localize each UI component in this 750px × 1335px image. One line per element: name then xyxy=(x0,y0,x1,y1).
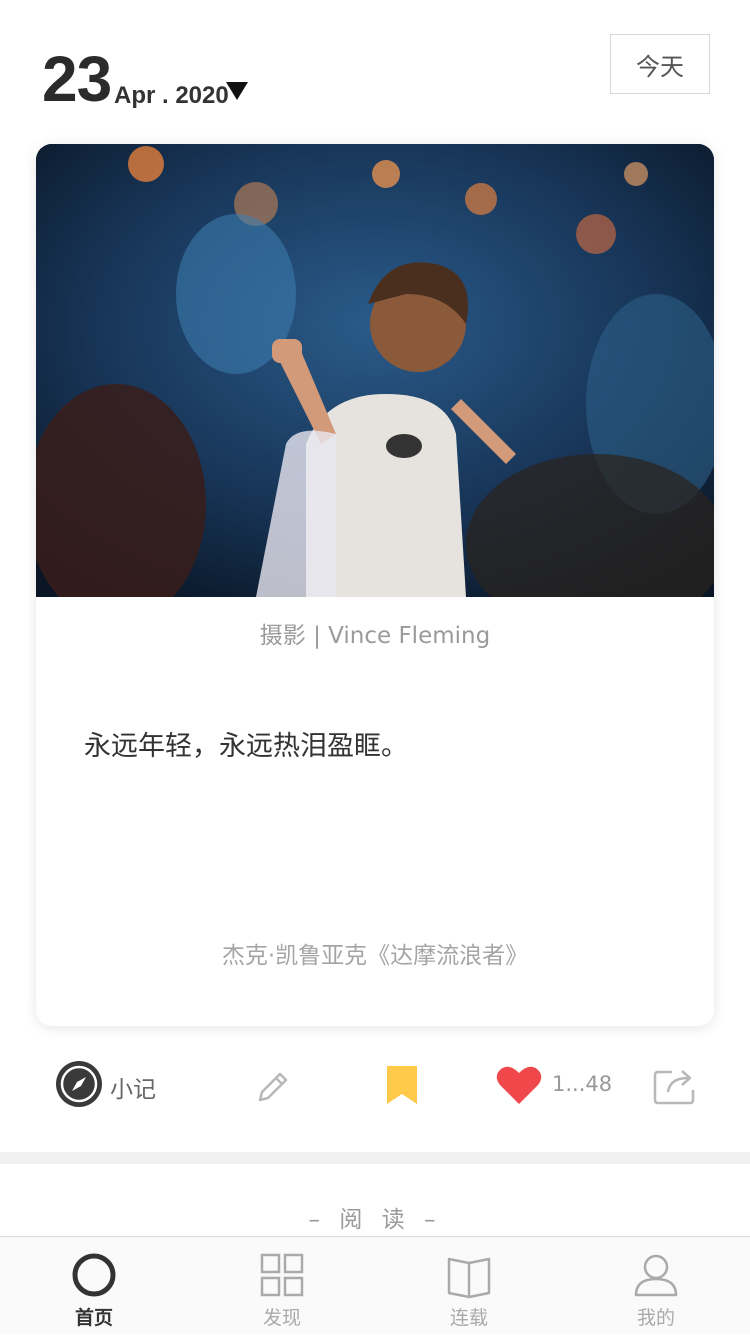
action-bar: 小记 1...48 xyxy=(0,1046,750,1122)
heart-icon[interactable] xyxy=(495,1064,543,1106)
daily-card[interactable]: 摄影 | Vince Fleming 永远年轻，永远热泪盈眶。 杰克·凯鲁亚克《… xyxy=(36,144,714,1026)
like-count: 1...48 xyxy=(552,1072,613,1096)
caret-down-icon[interactable] xyxy=(226,82,248,100)
photo[interactable] xyxy=(36,144,714,597)
quote-text: 永远年轻，永远热泪盈眶。 xyxy=(84,731,408,762)
concert-photo-illustration xyxy=(36,144,714,597)
quote-source: 杰克·凯鲁亚克《达摩流浪者》 xyxy=(221,943,529,969)
date-month-year[interactable]: Apr . 2020 xyxy=(114,82,229,110)
tab-me[interactable]: 我的 xyxy=(562,1237,750,1335)
grid-icon xyxy=(258,1251,306,1299)
tab-me-label: 我的 xyxy=(636,1307,675,1329)
tab-home[interactable]: 首页 xyxy=(0,1237,188,1335)
photo-credit: 摄影 | Vince Fleming xyxy=(259,623,491,649)
today-button[interactable]: 今天 xyxy=(610,34,710,94)
tab-serial-label: 连载 xyxy=(449,1307,488,1329)
tab-home-label: 首页 xyxy=(74,1307,113,1329)
tab-discover-label: 发现 xyxy=(262,1307,301,1329)
note-label[interactable]: 小记 xyxy=(110,1070,156,1104)
date-day[interactable]: 23 xyxy=(42,44,112,114)
bookmark-icon[interactable] xyxy=(384,1064,420,1106)
user-icon xyxy=(632,1251,680,1299)
tab-discover[interactable]: 发现 xyxy=(188,1237,376,1335)
tab-serial[interactable]: 连载 xyxy=(375,1237,563,1335)
share-icon[interactable] xyxy=(652,1064,700,1106)
compass-icon[interactable] xyxy=(56,1061,102,1107)
bottom-tab-bar: 首页 发现 连载 我的 xyxy=(0,1236,750,1334)
home-circle-icon xyxy=(70,1251,118,1299)
section-divider xyxy=(0,1152,750,1164)
pencil-icon[interactable] xyxy=(252,1064,296,1108)
read-section-title: – 阅 读 – xyxy=(308,1207,442,1233)
book-icon xyxy=(445,1251,493,1299)
header: 23 Apr . 2020 今天 xyxy=(0,0,750,130)
